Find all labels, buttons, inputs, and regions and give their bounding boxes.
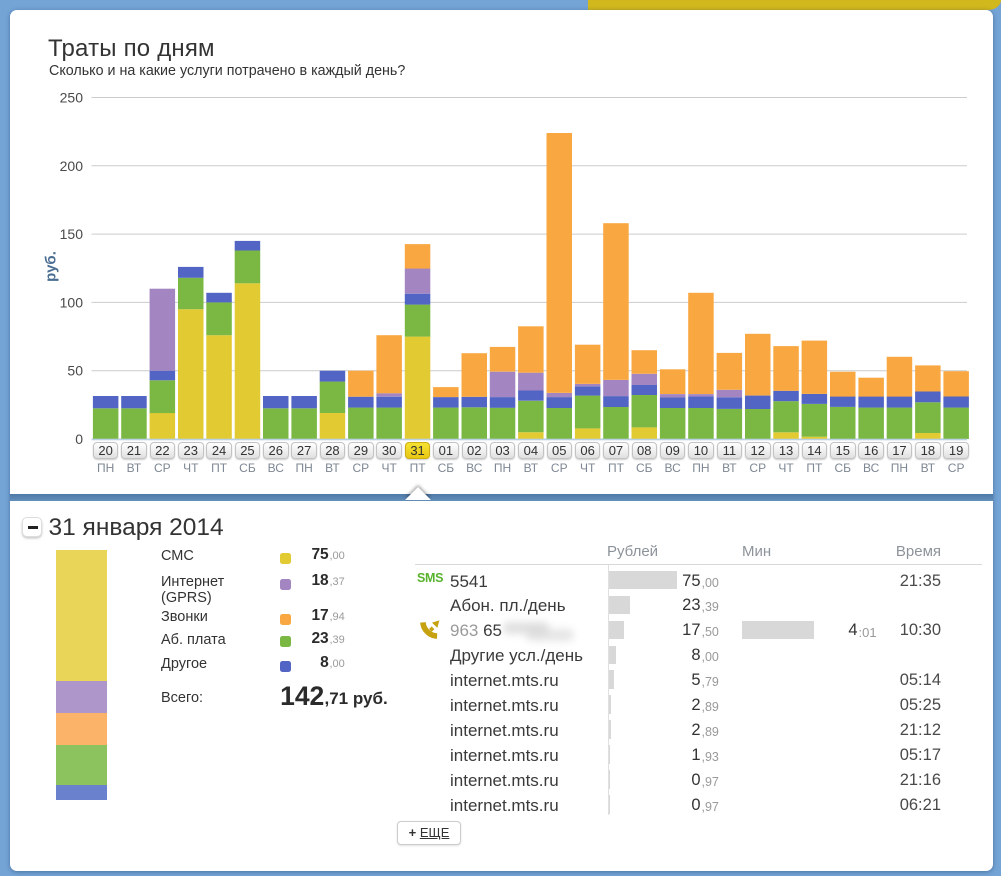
svg-text:250: 250 [60,90,84,106]
svg-text:руб.: руб. [43,251,60,282]
svg-text:50: 50 [67,363,83,379]
svg-text:0: 0 [75,431,83,447]
svg-text:150: 150 [60,226,84,242]
svg-text:200: 200 [60,158,84,174]
svg-text:100: 100 [60,294,84,310]
